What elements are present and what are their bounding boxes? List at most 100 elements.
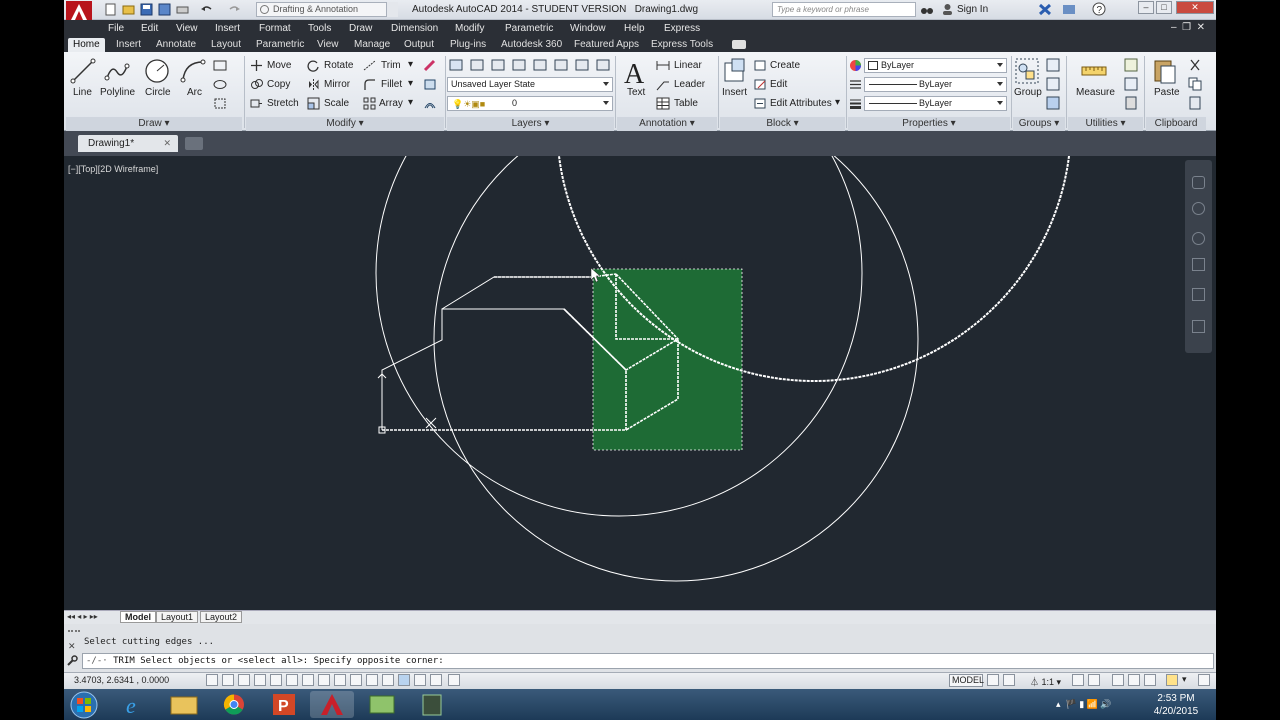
layer-previous-icon[interactable]	[533, 58, 547, 72]
dynamic-ucs-icon[interactable]	[334, 674, 346, 686]
infer-constraints-icon[interactable]	[206, 674, 218, 686]
tab-autodesk-360[interactable]: Autodesk 360	[496, 38, 567, 51]
measure-icon[interactable]	[1080, 58, 1108, 84]
undo-icon[interactable]	[200, 3, 213, 16]
tab-annotate[interactable]: Annotate	[151, 38, 201, 51]
paste-icon[interactable]	[1152, 57, 1178, 85]
quick-view-drawings-icon[interactable]	[1003, 674, 1015, 686]
system-tray-icons[interactable]: ▴ 🏴 ▮ 📶 🔊	[1056, 699, 1112, 710]
offset-icon[interactable]	[423, 97, 437, 110]
circle-icon[interactable]	[143, 57, 171, 85]
menu-draw[interactable]: Draw	[349, 23, 372, 34]
line-button[interactable]: Line	[73, 87, 92, 98]
sign-in-button[interactable]: Sign In	[957, 4, 988, 15]
rectangle-icon[interactable]	[213, 59, 227, 72]
ortho-mode-icon[interactable]	[254, 674, 266, 686]
plot-icon[interactable]	[176, 3, 189, 16]
clean-screen-icon[interactable]	[1198, 674, 1210, 686]
model-space-toggle[interactable]: MODEL	[949, 674, 984, 687]
annotation-visibility-icon[interactable]	[1072, 674, 1084, 686]
chrome-icon[interactable]	[212, 691, 256, 718]
plus-icon[interactable]	[448, 674, 460, 686]
tab-output[interactable]: Output	[399, 38, 439, 51]
properties-panel-title[interactable]: Properties ▾	[848, 117, 1010, 131]
navigation-bar[interactable]	[1185, 160, 1212, 353]
copy-button[interactable]: Copy	[267, 79, 290, 90]
layer-dropdown[interactable]: 💡☀▣■ 0	[447, 96, 613, 111]
polyline-button[interactable]: Polyline	[100, 87, 135, 98]
workspace-switching-icon[interactable]	[1112, 674, 1124, 686]
layout-tab-layout2[interactable]: Layout2	[200, 611, 243, 623]
close-tab-icon[interactable]: ✕	[163, 138, 171, 149]
paste-button[interactable]: Paste	[1154, 87, 1180, 98]
command-line-input[interactable]: -/-· TRIM Select objects or <select all>…	[82, 653, 1214, 669]
annotation-monitor-icon[interactable]	[430, 674, 442, 686]
polyline-icon[interactable]	[104, 58, 130, 84]
file-tab-drawing1[interactable]: Drawing1* ✕	[78, 135, 178, 152]
match-properties-icon[interactable]	[1188, 96, 1202, 110]
linear-button[interactable]: Linear	[674, 60, 702, 71]
copy-clip-icon[interactable]	[1188, 77, 1202, 91]
transparency-icon[interactable]	[382, 674, 394, 686]
object-snap-tracking-icon[interactable]	[318, 674, 330, 686]
tab-layout[interactable]: Layout	[206, 38, 246, 51]
group-button[interactable]: Group	[1014, 87, 1042, 98]
tab-express-tools[interactable]: Express Tools	[646, 38, 718, 51]
autocad-taskbar-icon[interactable]	[310, 691, 354, 718]
layer-lock-icon[interactable]	[596, 58, 610, 72]
calculator-icon[interactable]	[1124, 96, 1138, 110]
annotation-panel-title[interactable]: Annotation ▾	[617, 117, 717, 131]
text-icon[interactable]: A	[622, 57, 648, 87]
command-grip-icon[interactable]	[68, 630, 80, 635]
block-panel-title[interactable]: Block ▾	[720, 117, 845, 131]
redo-icon[interactable]	[228, 3, 241, 16]
circle-button[interactable]: Circle	[145, 87, 171, 98]
steering-wheel-icon[interactable]	[1192, 176, 1205, 189]
save-icon[interactable]	[140, 3, 153, 16]
insert-button[interactable]: Insert	[722, 87, 747, 98]
maximize-button[interactable]: □	[1156, 1, 1172, 14]
layer-state-dropdown[interactable]: Unsaved Layer State	[447, 77, 613, 92]
exchange-x-icon[interactable]	[1038, 3, 1052, 16]
line-icon[interactable]	[70, 58, 96, 84]
create-button[interactable]: Create	[770, 60, 800, 71]
groups-panel-title[interactable]: Groups ▾	[1013, 117, 1065, 131]
trim-dropdown[interactable]: ▾	[408, 59, 413, 70]
minimize-button[interactable]: –	[1138, 1, 1154, 14]
menu-dimension[interactable]: Dimension	[391, 23, 438, 34]
group-edit-icon[interactable]	[1046, 77, 1060, 91]
color-dropdown[interactable]: ByLayer	[864, 58, 1007, 73]
group-selection-icon[interactable]	[1046, 96, 1060, 110]
ungroup-icon[interactable]	[1046, 58, 1060, 72]
table-button[interactable]: Table	[674, 98, 698, 109]
powerpoint-icon[interactable]: P	[262, 691, 306, 718]
new-file-icon[interactable]	[104, 3, 117, 16]
arc-icon[interactable]	[180, 58, 206, 84]
region-icon[interactable]	[213, 97, 227, 110]
layout-tab-model[interactable]: Model	[120, 611, 156, 623]
tab-manage[interactable]: Manage	[349, 38, 395, 51]
layer-state-icon[interactable]	[470, 58, 484, 72]
menu-edit[interactable]: Edit	[141, 23, 158, 34]
object-snap-icon[interactable]	[286, 674, 298, 686]
select-all-icon[interactable]	[1124, 77, 1138, 91]
wrench-icon[interactable]	[66, 655, 78, 667]
menu-insert[interactable]: Insert	[215, 23, 240, 34]
menu-express[interactable]: Express	[664, 23, 700, 34]
trim-button[interactable]: Trim	[381, 60, 401, 71]
layer-freeze-icon[interactable]	[554, 58, 568, 72]
pan-hand-icon[interactable]	[1192, 232, 1205, 245]
selection-cycling-icon[interactable]	[414, 674, 426, 686]
layer-properties-icon[interactable]	[449, 58, 463, 72]
layers-panel-title[interactable]: Layers ▾	[447, 117, 614, 131]
internet-explorer-icon[interactable]: e	[114, 691, 158, 718]
new-tab-icon[interactable]	[185, 137, 203, 150]
clipboard-panel-title[interactable]: Clipboard	[1146, 117, 1206, 131]
edit-attributes-dropdown[interactable]: ▾	[835, 97, 840, 108]
move-button[interactable]: Move	[267, 60, 291, 71]
utilities-panel-title[interactable]: Utilities ▾	[1068, 117, 1143, 131]
cut-icon[interactable]	[1188, 58, 1202, 72]
tab-home[interactable]: Home	[68, 38, 105, 52]
array-button[interactable]: Array	[379, 98, 403, 109]
open-folder-icon[interactable]	[122, 3, 135, 16]
